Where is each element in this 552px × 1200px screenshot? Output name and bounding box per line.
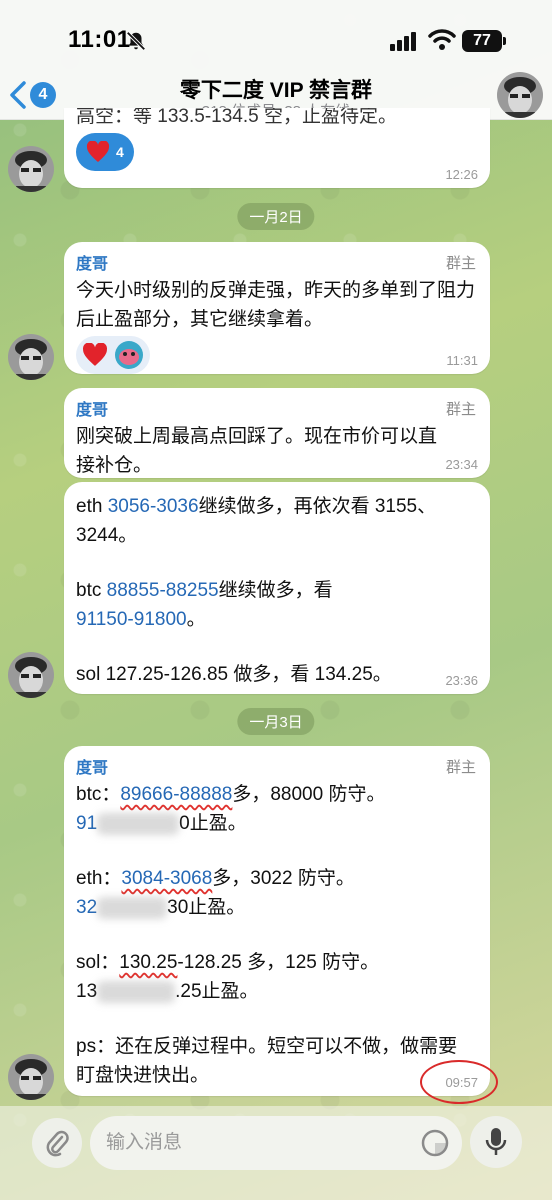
message-time: 11:31 <box>446 353 478 368</box>
message-bubble[interactable]: 度哥 群主 刚突破上周最高点回踩了。现在市价可以直接补仓。 23:34 <box>64 388 490 478</box>
heart-reaction[interactable] <box>76 336 150 374</box>
bell-muted-icon <box>126 31 146 51</box>
sol-tp-start: 13 <box>76 981 98 1002</box>
admin-role-label: 群主 <box>445 255 476 272</box>
message-text: sol 127.25-126.85 做多，看 134.25。 <box>76 664 392 685</box>
message-text: btc 88855-88255继续做多，看 91150-91800。 <box>76 576 478 634</box>
attach-button[interactable] <box>32 1118 82 1168</box>
sender-avatar[interactable] <box>8 1054 54 1100</box>
date-separator: 一月2日 <box>237 203 315 230</box>
battery-indicator: 77 <box>462 30 506 52</box>
eth-tp-start: 32 <box>76 897 98 918</box>
paperclip-icon <box>46 1130 69 1157</box>
microphone-button[interactable] <box>470 1116 522 1168</box>
message-bubble[interactable]: 度哥 群主 今天小时级别的反弹走强，昨天的多单到了阻力后止盈部分，其它继续拿着。… <box>64 242 490 374</box>
redacted-area <box>97 980 176 1003</box>
admin-role-label: 群主 <box>445 759 476 776</box>
btc-prefix: btc <box>76 580 107 601</box>
btc-range-link[interactable]: 89666-88888 <box>120 784 232 805</box>
sender-name[interactable]: 度哥 <box>76 396 478 420</box>
btc-target-link[interactable]: 91150-91800 <box>76 609 187 630</box>
avatar-image <box>8 146 54 192</box>
sol-range-b: -128.25 多，125 防守。 <box>177 952 380 973</box>
message-time: 23:34 <box>445 457 478 472</box>
redacted-area <box>97 896 168 919</box>
annotation-circle <box>420 1060 498 1104</box>
message-text: 今天小时级别的反弹走强，昨天的多单到了阻力后止盈部分，其它继续拿着。 <box>76 280 476 330</box>
composer-bar <box>0 1106 552 1200</box>
message-input[interactable] <box>90 1116 462 1170</box>
avatar-image <box>8 652 54 698</box>
message-text: 高空：等 133.5-134.5 空，止盈待定。 <box>76 108 397 127</box>
btc-rest: 继续做多，看 <box>218 580 333 601</box>
btc-tp-start: 91 <box>76 813 98 834</box>
sender-avatar[interactable] <box>8 146 54 192</box>
eth-prefix: eth： <box>76 868 122 889</box>
signal-icon <box>390 32 416 51</box>
message-text: eth：3084-3068多，3022 防守。 32 30止盈。 <box>76 864 478 922</box>
sender-avatar[interactable] <box>8 652 54 698</box>
message-bubble[interactable]: eth 3056-3036继续做多，再依次看 3155、3244。 btc 88… <box>64 482 490 694</box>
sol-range-a: 130.25 <box>119 952 178 973</box>
eth-rest: 多，3022 防守。 <box>212 868 355 889</box>
eth-range-link[interactable]: 3056-3036 <box>108 496 199 517</box>
message-text: sol：130.25-128.25 多，125 防守。 13 .25止盈。 <box>76 948 478 1006</box>
btc-range-link[interactable]: 88855-88255 <box>107 580 219 601</box>
sol-prefix: sol： <box>76 952 120 973</box>
redacted-area <box>97 812 180 835</box>
message-bubble[interactable]: 度哥 群主 btc：89666-88888多，88000 防守。 91 0止盈。 e… <box>64 746 490 1096</box>
heart-icon <box>83 343 107 366</box>
heart-reaction[interactable]: 4 <box>76 133 134 171</box>
microphone-icon <box>485 1128 507 1155</box>
wifi-icon <box>428 29 456 50</box>
message-bubble[interactable]: 高空：等 133.5-134.5 空，止盈待定。 4 12:26 <box>64 108 490 188</box>
avatar-image <box>8 334 54 380</box>
date-separator: 一月3日 <box>237 708 315 735</box>
avatar-image <box>8 1054 54 1100</box>
eth-range-link[interactable]: 3084-3068 <box>121 868 212 889</box>
heart-icon <box>86 141 110 162</box>
reactor-avatar-icon <box>115 341 143 369</box>
message-text: btc：89666-88888多，88000 防守。 91 0止盈。 <box>76 780 478 838</box>
message-text: 刚突破上周最高点回踩了。现在市价可以直接补仓。 <box>76 426 438 476</box>
message-text: ps：还在反弹过程中。短空可以不做，做需要盯盘快进快出。 <box>76 1036 458 1086</box>
admin-role-label: 群主 <box>445 401 476 418</box>
message-time: 12:26 <box>445 167 478 182</box>
eth-tp-end: 30止盈。 <box>167 897 246 918</box>
btc-end: 。 <box>186 609 206 630</box>
btc-tp-end: 0止盈。 <box>179 813 247 834</box>
chat-header: 11:01 77 4 零下二度 VIP 禁言群 318 位成员, 38 人在线 <box>0 0 552 120</box>
message-text: eth 3056-3036继续做多，再依次看 3155、3244。 <box>76 492 478 550</box>
sticker-icon[interactable] <box>420 1128 450 1158</box>
status-time: 11:01 <box>68 26 131 53</box>
btc-prefix: btc： <box>76 784 121 805</box>
sender-name[interactable]: 度哥 <box>76 754 478 778</box>
sol-tp-end: .25止盈。 <box>175 981 259 1002</box>
btc-rest: 多，88000 防守。 <box>232 784 386 805</box>
message-time: 23:36 <box>445 673 478 688</box>
eth-prefix: eth <box>76 496 108 517</box>
sender-name[interactable]: 度哥 <box>76 250 478 274</box>
sender-avatar[interactable] <box>8 334 54 380</box>
group-avatar[interactable] <box>497 72 543 118</box>
reaction-count: 4 <box>116 144 124 160</box>
